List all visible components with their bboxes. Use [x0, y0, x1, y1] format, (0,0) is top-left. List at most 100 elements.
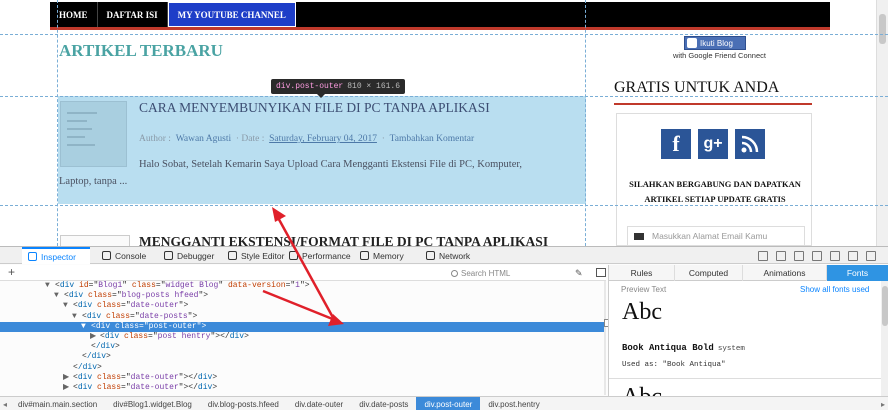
tab-animations[interactable]: Animations: [743, 265, 827, 281]
markup-node-row[interactable]: ▼ <div class="blog-posts hfeed">: [0, 291, 606, 301]
node-attr-name[interactable]: class: [97, 383, 121, 392]
options-icon[interactable]: [776, 251, 786, 261]
markup-scrollbar[interactable]: [604, 281, 606, 395]
node-tag: div: [104, 331, 120, 341]
node-attr-name[interactable]: class: [88, 291, 112, 300]
node-attr-name[interactable]: id: [79, 281, 89, 290]
breadcrumb-item[interactable]: div#Blog1.widget.Blog: [105, 397, 200, 410]
author-link[interactable]: Wawan Agusti: [176, 134, 231, 144]
nav-item-daftar-isi[interactable]: DAFTAR ISI: [98, 2, 168, 27]
breadcrumb-item[interactable]: div.date-outer: [287, 397, 351, 410]
facebook-icon[interactable]: f: [661, 129, 691, 159]
tab-style-editor[interactable]: Style Editor: [224, 247, 286, 264]
markup-node-row[interactable]: </div>: [0, 342, 606, 352]
expand-toggle-icon[interactable]: ▼: [45, 281, 55, 291]
node-attr-value[interactable]: post-outer: [149, 322, 197, 331]
close-icon[interactable]: [866, 251, 876, 261]
comment-link[interactable]: Tambahkan Komentar: [390, 134, 475, 144]
node-attr-name[interactable]: class: [124, 332, 148, 341]
node-attr-name[interactable]: class: [106, 312, 130, 321]
tab-console[interactable]: Console: [98, 247, 158, 264]
page-scrollbar-thumb[interactable]: [879, 14, 886, 44]
breadcrumb-item[interactable]: div.date-posts: [351, 397, 416, 410]
expand-toggle-icon[interactable]: ▼: [81, 322, 91, 332]
tab-label: Network: [439, 250, 471, 261]
email-input[interactable]: Masukkan Alamat Email Kamu: [627, 226, 805, 246]
markup-node-row[interactable]: ▼ <div id="Blog1" class="widget Blog" dat…: [0, 281, 606, 291]
tab-fonts[interactable]: Fonts: [827, 265, 888, 281]
node-attr-name[interactable]: class: [132, 281, 156, 290]
node-attr-value[interactable]: date-outer: [131, 383, 179, 392]
toggle-sidebar-icon[interactable]: [596, 268, 606, 277]
split-console-icon[interactable]: [812, 251, 822, 261]
node-attr-value[interactable]: date-posts: [140, 312, 188, 321]
page-margin-left: [0, 0, 46, 246]
node-attr-value[interactable]: Blog1: [98, 281, 122, 290]
post-thumbnail[interactable]: [60, 101, 127, 167]
node-attr-value[interactable]: 1: [295, 281, 300, 290]
node-attr-value[interactable]: widget Blog: [166, 281, 219, 290]
markup-node-row[interactable]: ▼ <div class="date-posts">: [0, 312, 606, 322]
mail-icon: [634, 232, 644, 240]
nav-item-youtube[interactable]: MY YOUTUBE CHANNEL: [167, 2, 296, 27]
expand-toggle-icon[interactable]: ▶: [90, 332, 100, 342]
markup-node-row[interactable]: ▶ <div class="date-outer"></div>: [0, 373, 606, 383]
expand-toggle-icon[interactable]: ▶: [63, 383, 73, 393]
expand-toggle-icon[interactable]: ▼: [54, 291, 64, 301]
date-link[interactable]: Saturday, February 04, 2017: [269, 134, 377, 144]
breadcrumb-item[interactable]: div.post.hentry: [480, 397, 547, 410]
node-attr-name[interactable]: class: [97, 373, 121, 382]
node-attr-value[interactable]: date-outer: [131, 301, 179, 310]
breadcrumb-scroll-left-icon[interactable]: ◂: [0, 400, 10, 409]
node-attr-value[interactable]: post hentry: [158, 332, 211, 341]
tab-network[interactable]: Network: [424, 247, 484, 264]
node-attr-value[interactable]: date-outer: [131, 373, 179, 382]
dock-side-icon[interactable]: [848, 251, 858, 261]
markup-node-row[interactable]: ▶ <div class="date-outer"></div>: [0, 383, 606, 393]
breadcrumb-item[interactable]: div#main.main.section: [10, 397, 105, 410]
breadcrumb-scroll-right-icon[interactable]: ▸: [878, 400, 888, 409]
markup-node-row[interactable]: </div>: [0, 363, 606, 373]
post2-title-link[interactable]: MENGGANTI EKSTENSI/FORMAT FILE DI PC TAN…: [139, 234, 548, 246]
tab-rules[interactable]: Rules: [609, 265, 675, 281]
rss-icon[interactable]: [735, 129, 765, 159]
highlighter-guide: [0, 96, 888, 97]
web-page-viewport: HOME DAFTAR ISI MY YOUTUBE CHANNEL ARTIK…: [0, 0, 888, 246]
page-scrollbar[interactable]: [876, 0, 888, 246]
search-html-input[interactable]: Search HTML: [451, 267, 566, 279]
markup-node-row[interactable]: ▶ <div class="post hentry"></div>: [0, 332, 606, 342]
breadcrumb-item[interactable]: div.post-outer: [416, 396, 481, 410]
node-attr-value[interactable]: blog-posts hfeed: [122, 291, 199, 300]
settings-icon[interactable]: [830, 251, 840, 261]
add-node-button[interactable]: +: [8, 265, 15, 279]
side-panel-scrollbar-thumb[interactable]: [882, 286, 888, 326]
tab-debugger[interactable]: Debugger: [160, 247, 220, 264]
breadcrumb-item[interactable]: div.blog-posts.hfeed: [200, 397, 287, 410]
markup-view[interactable]: ▼ <div id="Blog1" class="widget Blog" dat…: [0, 281, 606, 395]
preview-text-label[interactable]: Preview Text: [621, 285, 666, 294]
expand-toggle-icon[interactable]: ▶: [63, 373, 73, 383]
show-all-fonts-link[interactable]: Show all fonts used: [800, 285, 869, 294]
tab-performance[interactable]: Performance: [287, 247, 355, 264]
follow-blog-button[interactable]: Ikuti Blog: [684, 36, 746, 50]
side-panel-scrollbar[interactable]: [881, 281, 888, 396]
node-attr-name[interactable]: class: [97, 301, 121, 310]
markup-node-row[interactable]: ▼ <div class="post-outer">: [0, 321, 606, 332]
node-attr-name[interactable]: data-version: [228, 281, 286, 290]
blog-navbar: HOME DAFTAR ISI MY YOUTUBE CHANNEL: [50, 2, 830, 30]
follow-subtitle: with Google Friend Connect: [673, 51, 766, 60]
tab-memory[interactable]: Memory: [358, 247, 418, 264]
tab-inspector[interactable]: Inspector: [22, 247, 90, 264]
screenshot-icon[interactable]: [794, 251, 804, 261]
tab-computed[interactable]: Computed: [675, 265, 743, 281]
post2-thumbnail[interactable]: [60, 235, 130, 246]
expand-toggle-icon[interactable]: ▼: [72, 312, 82, 322]
markup-node-row[interactable]: ▼ <div class="date-outer">: [0, 301, 606, 311]
post-title-link[interactable]: CARA MENYEMBUNYIKAN FILE DI PC TANPA APL…: [139, 100, 579, 116]
markup-node-row[interactable]: </div>: [0, 352, 606, 362]
responsive-mode-icon[interactable]: [758, 251, 768, 261]
node-attr-name[interactable]: class: [115, 322, 139, 331]
eyedropper-icon[interactable]: ✎: [575, 268, 585, 278]
expand-toggle-icon[interactable]: ▼: [63, 301, 73, 311]
google-plus-icon[interactable]: g+: [698, 129, 728, 159]
